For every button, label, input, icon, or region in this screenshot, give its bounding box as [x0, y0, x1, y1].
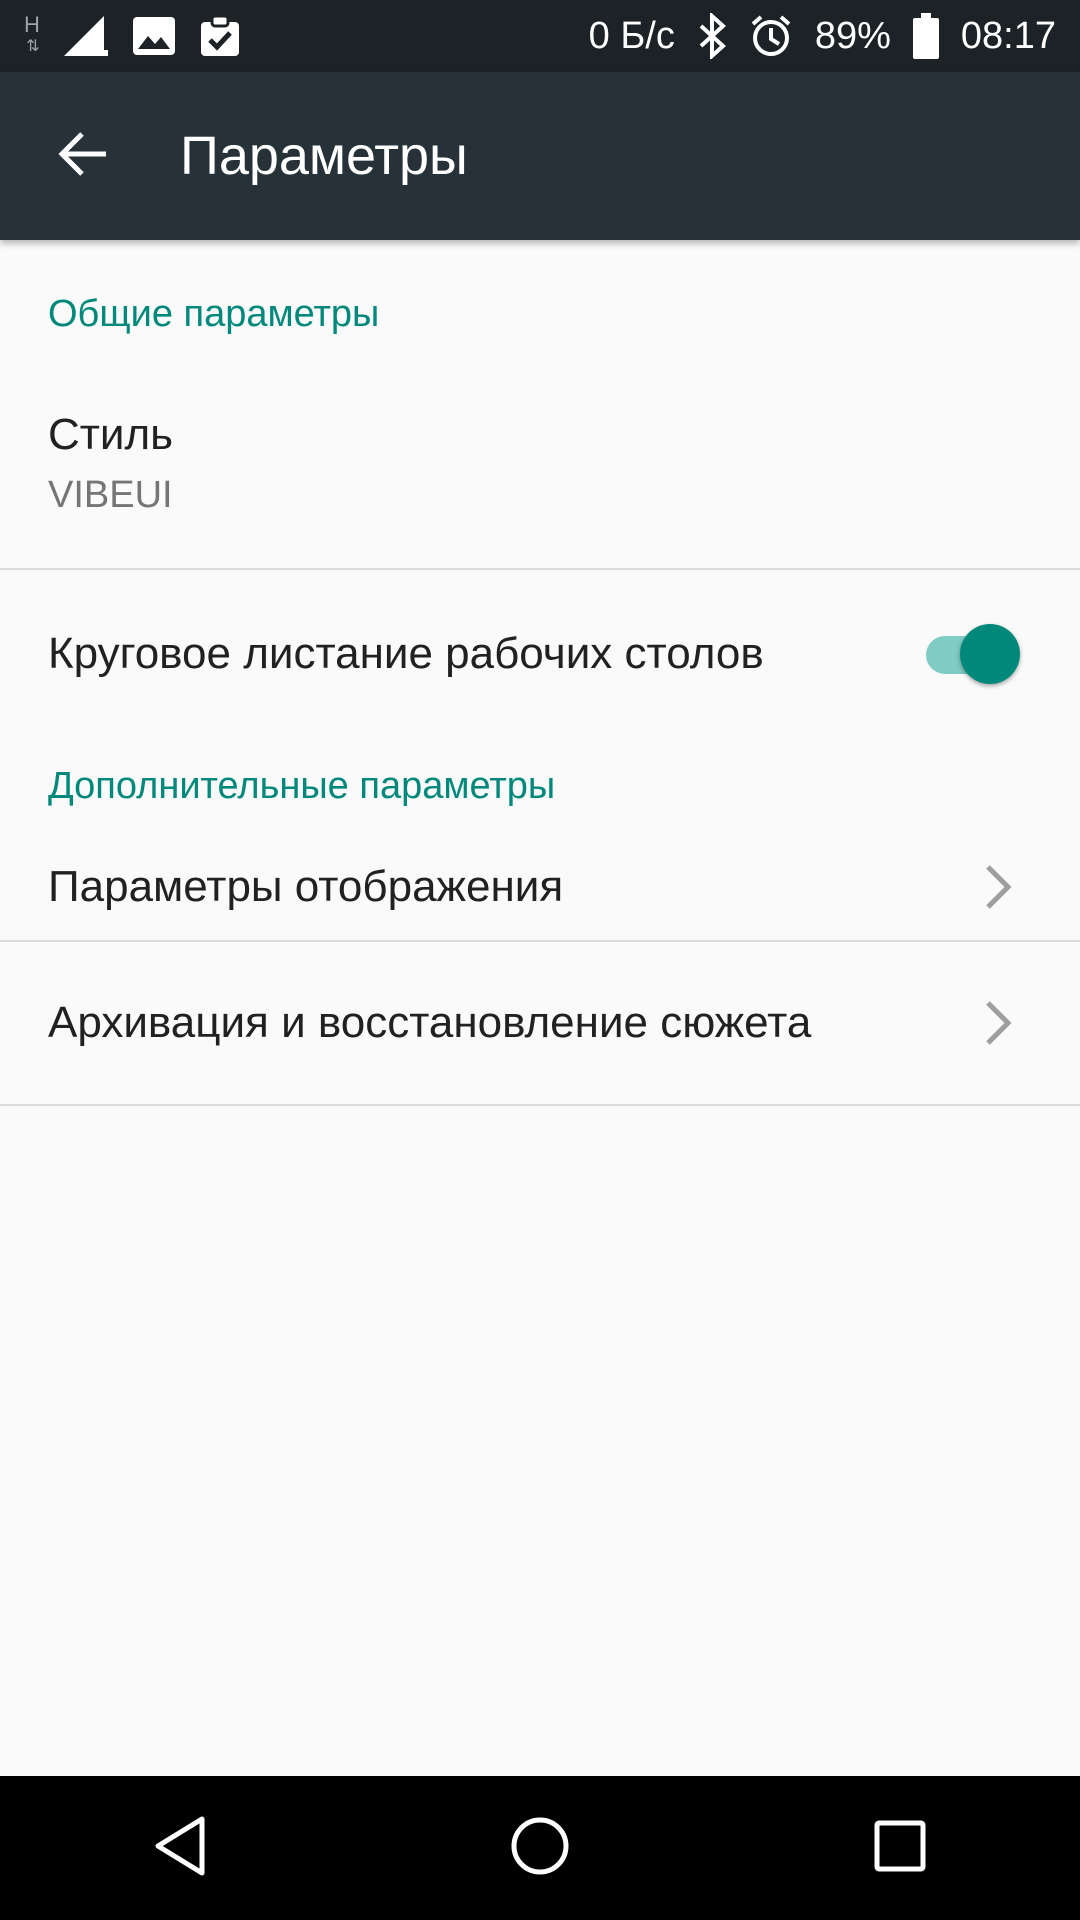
data-rate: 0 Б/с	[588, 14, 675, 57]
battery-icon	[912, 13, 939, 59]
network-type: H	[24, 12, 40, 37]
clock: 08:17	[960, 14, 1056, 57]
toggle-thumb	[960, 624, 1020, 684]
setting-style-value: VIBEUI	[48, 474, 173, 516]
network-h-icon: H ⇅	[24, 12, 40, 56]
divider	[0, 1104, 1080, 1106]
recents-square-icon	[873, 1819, 927, 1878]
setting-style-text: Стиль VIBEUI	[48, 410, 1020, 517]
status-bar: H ⇅ 0 Б/с 89% 08:17	[0, 0, 1080, 72]
setting-display[interactable]: Параметры отображения	[0, 834, 1080, 940]
status-bar-right: 0 Б/с 89% 08:17	[589, 13, 1056, 59]
nav-home-button[interactable]	[460, 1776, 620, 1920]
image-icon	[132, 16, 176, 56]
app-bar: Параметры	[0, 72, 1080, 240]
setting-display-title: Параметры отображения	[48, 862, 564, 911]
setting-style-title: Стиль	[48, 410, 174, 459]
chevron-right-icon	[976, 993, 1020, 1053]
section-header-advanced: Дополнительные параметры	[48, 764, 556, 807]
nav-recents-button[interactable]	[820, 1776, 980, 1920]
back-button[interactable]	[24, 96, 144, 216]
status-bar-left: H ⇅	[24, 14, 242, 58]
arrow-back-icon	[58, 128, 110, 185]
home-circle-icon	[510, 1816, 570, 1881]
setting-backup[interactable]: Архивация и восстановление сюжета	[0, 942, 1080, 1104]
setting-loop-scroll-text: Круговое листание рабочих столов	[48, 629, 920, 679]
clipboard-check-icon	[198, 14, 242, 58]
setting-loop-scroll-title: Круговое листание рабочих столов	[48, 629, 764, 678]
section-header-general: Общие параметры	[48, 292, 380, 335]
setting-display-text: Параметры отображения	[48, 862, 976, 912]
setting-style[interactable]: Стиль VIBEUI	[0, 359, 1080, 568]
alarm-icon	[749, 14, 793, 58]
signal-icon	[62, 14, 110, 58]
nav-back-button[interactable]	[100, 1776, 260, 1920]
setting-backup-title: Архивация и восстановление сюжета	[48, 998, 812, 1047]
battery-percent: 89%	[814, 14, 891, 57]
back-triangle-icon	[152, 1815, 208, 1882]
navigation-bar	[0, 1776, 1080, 1920]
setting-loop-scroll[interactable]: Круговое листание рабочих столов	[0, 570, 1080, 738]
settings-list: Общие параметры Стиль VIBEUI Круговое ли…	[0, 240, 1080, 1106]
loop-scroll-toggle[interactable]	[920, 624, 1020, 684]
page-title: Параметры	[180, 126, 468, 186]
setting-backup-text: Архивация и восстановление сюжета	[48, 998, 976, 1048]
chevron-right-icon	[976, 857, 1020, 917]
bluetooth-icon	[697, 13, 727, 59]
